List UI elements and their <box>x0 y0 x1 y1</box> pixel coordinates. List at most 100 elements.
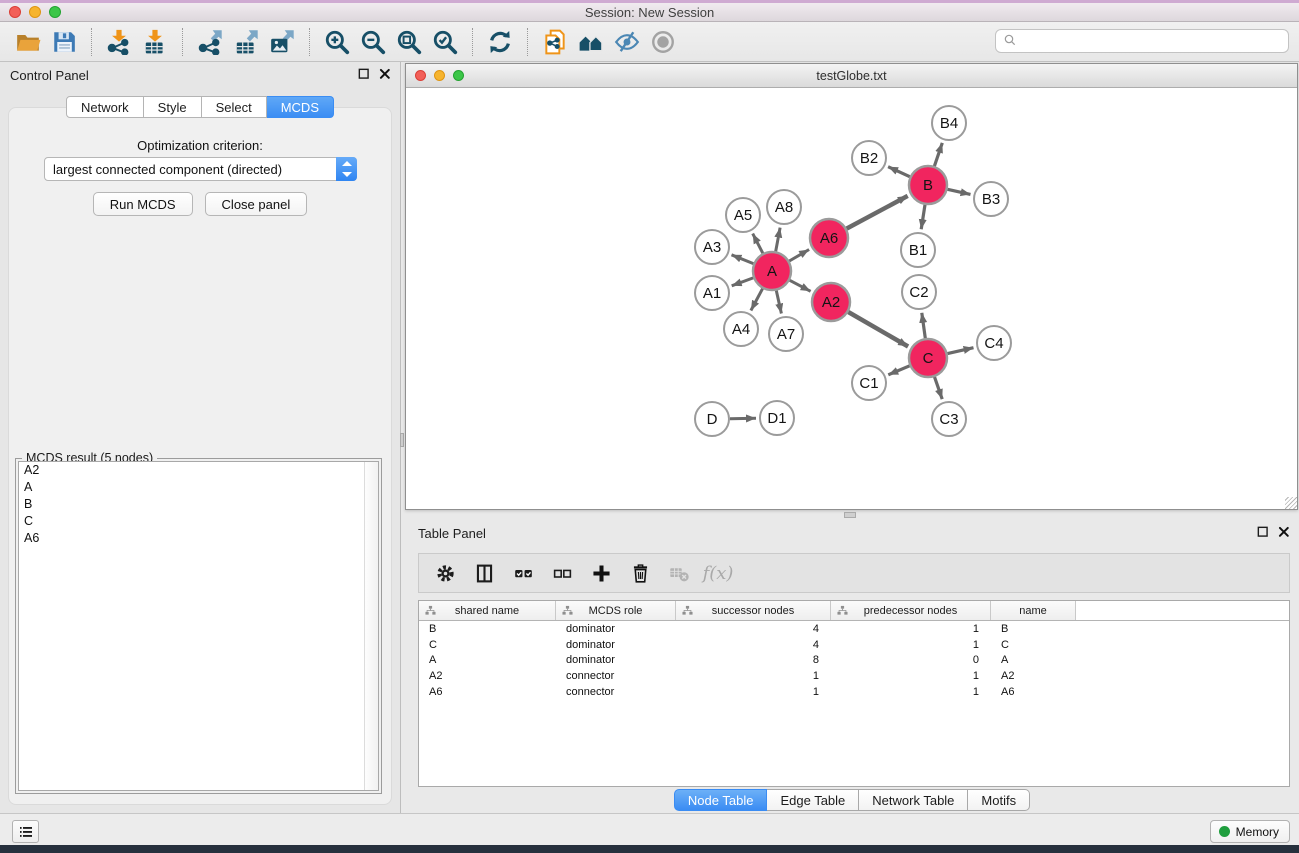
mcds-result-item[interactable]: B <box>19 496 378 513</box>
table-cell[interactable]: dominator <box>556 637 676 653</box>
first-neighbors-button[interactable] <box>573 26 609 58</box>
graph-edge-C-C3[interactable] <box>935 377 943 399</box>
table-cell[interactable]: A6 <box>991 684 1076 700</box>
delete-table-button[interactable] <box>663 558 695 588</box>
float-panel-button[interactable] <box>357 67 371 81</box>
table-cell[interactable]: 1 <box>676 668 831 684</box>
column-header-predecessor-nodes[interactable]: predecessor nodes <box>831 601 991 620</box>
float-table-panel-button[interactable] <box>1256 525 1270 539</box>
optimization-criterion-select[interactable]: largest connected component (directed) <box>44 157 357 181</box>
graph-node-B[interactable]: B <box>909 166 947 204</box>
deselect-all-rows-button[interactable] <box>546 558 578 588</box>
table-cell[interactable]: A <box>419 653 556 669</box>
table-cell[interactable]: 4 <box>676 637 831 653</box>
tab-mcds[interactable]: MCDS <box>267 96 334 118</box>
graph-node-C[interactable]: C <box>909 339 947 377</box>
tab-node-table[interactable]: Node Table <box>674 789 768 811</box>
graph-node-C1[interactable]: C1 <box>852 366 886 400</box>
tab-style[interactable]: Style <box>144 96 202 118</box>
zoom-in-button[interactable] <box>319 26 355 58</box>
graph-node-A1[interactable]: A1 <box>695 276 729 310</box>
delete-column-button[interactable] <box>624 558 656 588</box>
graph-node-B4[interactable]: B4 <box>932 106 966 140</box>
column-header-name[interactable]: name <box>991 601 1076 620</box>
tab-network[interactable]: Network <box>66 96 144 118</box>
memory-button[interactable]: Memory <box>1210 820 1290 843</box>
graph-node-C2[interactable]: C2 <box>902 275 936 309</box>
graph-node-B1[interactable]: B1 <box>901 233 935 267</box>
table-row[interactable]: Cdominator41C <box>419 637 1289 653</box>
table-cell[interactable]: 1 <box>831 668 991 684</box>
table-row[interactable]: A6connector11A6 <box>419 684 1289 700</box>
add-column-button[interactable] <box>585 558 617 588</box>
graph-node-A7[interactable]: A7 <box>769 317 803 351</box>
window-resize-grip[interactable] <box>1285 497 1297 509</box>
export-table-button[interactable] <box>228 26 264 58</box>
graph-edge-A2-C[interactable] <box>848 312 908 347</box>
table-cell[interactable]: connector <box>556 684 676 700</box>
export-network-button[interactable] <box>192 26 228 58</box>
graph-node-B3[interactable]: B3 <box>974 182 1008 216</box>
table-row[interactable]: Bdominator41B <box>419 621 1289 637</box>
run-mcds-button[interactable]: Run MCDS <box>93 192 193 216</box>
table-cell[interactable]: 0 <box>831 653 991 669</box>
graph-edge-B-B1[interactable] <box>921 205 925 229</box>
export-image-button[interactable] <box>264 26 300 58</box>
graph-edge-A-A5[interactable] <box>753 234 763 254</box>
graph-node-A5[interactable]: A5 <box>726 198 760 232</box>
graph-edge-A-A3[interactable] <box>732 255 754 264</box>
close-panel-button[interactable] <box>378 67 392 81</box>
graph-edge-A-A7[interactable] <box>776 291 781 314</box>
open-session-button[interactable] <box>10 26 46 58</box>
graph-node-C4[interactable]: C4 <box>977 326 1011 360</box>
graph-node-A3[interactable]: A3 <box>695 230 729 264</box>
graph-node-D[interactable]: D <box>695 402 729 436</box>
graph-edge-A-A8[interactable] <box>776 228 780 252</box>
tab-motifs[interactable]: Motifs <box>968 789 1030 811</box>
search-input[interactable] <box>1024 31 1288 51</box>
graph-node-C3[interactable]: C3 <box>932 402 966 436</box>
mcds-result-item[interactable]: C <box>19 513 378 530</box>
task-history-button[interactable] <box>12 820 39 843</box>
function-builder-button[interactable]: f(x) <box>702 558 734 588</box>
zoom-selected-button[interactable] <box>427 26 463 58</box>
close-panel-button-mcds[interactable]: Close panel <box>205 192 308 216</box>
table-cell[interactable]: B <box>991 621 1076 637</box>
graph-node-B2[interactable]: B2 <box>852 141 886 175</box>
zoom-out-button[interactable] <box>355 26 391 58</box>
graph-edge-B-B3[interactable] <box>948 189 971 194</box>
table-settings-button[interactable] <box>429 558 461 588</box>
table-cell[interactable]: 1 <box>831 621 991 637</box>
graph-edge-A6-B[interactable] <box>847 196 908 229</box>
graph-node-A[interactable]: A <box>753 252 791 290</box>
table-cell[interactable]: C <box>991 637 1076 653</box>
graph-edge-C-C4[interactable] <box>948 348 974 354</box>
table-cell[interactable]: dominator <box>556 621 676 637</box>
table-row[interactable]: A2connector11A2 <box>419 668 1289 684</box>
select-all-rows-button[interactable] <box>507 558 539 588</box>
table-cell[interactable]: C <box>419 637 556 653</box>
graph-edge-B-B4[interactable] <box>934 143 942 166</box>
graph-node-A2[interactable]: A2 <box>812 283 850 321</box>
horizontal-split-handle[interactable] <box>844 512 856 518</box>
result-scrollbar[interactable] <box>364 462 378 790</box>
table-cell[interactable]: 8 <box>676 653 831 669</box>
table-row[interactable]: Adominator80A <box>419 653 1289 669</box>
graph-edge-C-C2[interactable] <box>922 313 926 338</box>
table-cell[interactable]: dominator <box>556 653 676 669</box>
table-cell[interactable]: 1 <box>676 684 831 700</box>
import-network-button[interactable] <box>101 26 137 58</box>
mcds-result-item[interactable]: A2 <box>19 462 378 479</box>
graph-edge-A-A2[interactable] <box>790 280 811 291</box>
column-header-MCDS-role[interactable]: MCDS role <box>556 601 676 620</box>
mcds-result-item[interactable]: A6 <box>19 530 378 547</box>
network-canvas[interactable]: AA1A2A3A4A5A6A7A8BB1B2B3B4CC1C2C3C4DD1 <box>406 89 1297 509</box>
show-all-button[interactable] <box>645 26 681 58</box>
hide-selected-button[interactable] <box>609 26 645 58</box>
table-cell[interactable]: 1 <box>831 684 991 700</box>
apply-layout-button[interactable] <box>482 26 518 58</box>
graph-node-A6[interactable]: A6 <box>810 219 848 257</box>
table-cell[interactable]: connector <box>556 668 676 684</box>
tab-select[interactable]: Select <box>202 96 267 118</box>
table-cell[interactable]: A6 <box>419 684 556 700</box>
